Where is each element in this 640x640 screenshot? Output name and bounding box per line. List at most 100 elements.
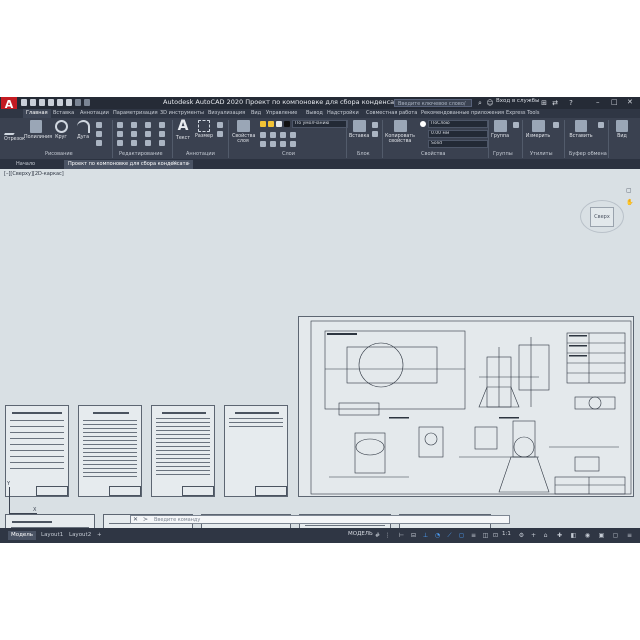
units-icon[interactable]: ◧ xyxy=(570,532,577,539)
cart-icon[interactable]: ⊞ xyxy=(540,99,548,107)
trim-icon[interactable] xyxy=(145,122,151,128)
model-space-toggle[interactable]: МОДЕЛЬ xyxy=(348,531,373,537)
lock-icon[interactable] xyxy=(276,121,282,127)
layer-tool-icon[interactable] xyxy=(280,141,286,147)
match-properties-button[interactable]: Копировать свойства xyxy=(385,120,415,144)
viewcube[interactable]: Сверх xyxy=(590,207,614,227)
lineweight-icon[interactable]: ≡ xyxy=(470,532,477,539)
new-tab-button[interactable]: + xyxy=(182,160,194,169)
layer-tool-icon[interactable] xyxy=(270,132,276,138)
annotation-scale[interactable]: 1:1 xyxy=(502,531,511,537)
current-layer-dropdown[interactable]: По умолчанию xyxy=(292,120,348,128)
circle-button[interactable]: Круг xyxy=(52,120,70,140)
fillet-icon[interactable] xyxy=(145,131,151,137)
isolate-objects-icon[interactable]: ◉ xyxy=(584,532,591,539)
tab-3d-tools[interactable]: 3D инструменты xyxy=(160,110,204,116)
move-icon[interactable] xyxy=(117,122,123,128)
start-tab[interactable]: Начало xyxy=(12,160,39,169)
layer-tool-icon[interactable] xyxy=(260,141,266,147)
close-tab-icon[interactable]: ✕ xyxy=(172,160,177,167)
layer-properties-button[interactable]: Свойства слоя xyxy=(232,120,255,144)
tab-annotate[interactable]: Аннотации xyxy=(80,110,109,116)
line-button[interactable]: Отрезок xyxy=(3,120,25,142)
pan-icon[interactable]: ✋ xyxy=(626,199,633,206)
signin-button[interactable]: Вход в службы xyxy=(496,98,539,104)
new-layout-button[interactable]: + xyxy=(94,531,105,540)
table-icon[interactable] xyxy=(217,131,223,137)
tab-home[interactable]: Главная xyxy=(23,109,51,118)
snap-icon[interactable]: ⋮ xyxy=(384,532,391,539)
tab-featured-apps[interactable]: Рекомендованные приложения xyxy=(421,110,504,116)
tab-view[interactable]: Вид xyxy=(251,110,261,116)
dimension-button[interactable]: Размер xyxy=(194,120,214,139)
copy-clip-icon[interactable] xyxy=(598,122,604,128)
exchange-icon[interactable]: ⇄ xyxy=(551,99,559,107)
transparency-icon[interactable]: ◫ xyxy=(482,532,489,539)
array-icon[interactable] xyxy=(145,140,151,146)
layer-tool-icon[interactable] xyxy=(260,132,266,138)
layout2-tab[interactable]: Layout2 xyxy=(66,531,94,540)
create-block-icon[interactable] xyxy=(372,122,378,128)
annotation-panel-title[interactable]: Аннотации xyxy=(186,151,215,159)
leader-icon[interactable] xyxy=(217,122,223,128)
isometric-icon[interactable]: ⟋ xyxy=(446,532,453,539)
tab-collaborate[interactable]: Совместная работа xyxy=(366,110,417,116)
edit-block-icon[interactable] xyxy=(372,131,378,137)
layout1-tab[interactable]: Layout1 xyxy=(38,531,66,540)
tab-manage[interactable]: Управление xyxy=(266,110,297,116)
dynamic-input-icon[interactable]: ⊟ xyxy=(410,532,417,539)
hatch-icon[interactable] xyxy=(96,131,102,137)
search-input[interactable]: Введите ключевое слово/фразу xyxy=(394,99,472,115)
lightbulb-icon[interactable] xyxy=(260,121,266,127)
tab-output[interactable]: Вывод xyxy=(306,110,323,116)
hardware-acceleration-icon[interactable]: ▣ xyxy=(598,532,605,539)
lineweight-dropdown[interactable]: 0.00 мм xyxy=(428,130,488,138)
group-button[interactable]: Группа xyxy=(490,120,510,139)
customization-icon[interactable]: ≡ xyxy=(626,532,633,539)
navbar-icon[interactable]: ▢ xyxy=(626,187,632,194)
save-as-icon[interactable] xyxy=(48,99,54,106)
ortho-icon[interactable]: ⊥ xyxy=(422,532,429,539)
paste-button[interactable]: Вставить xyxy=(568,120,594,139)
polyline-button[interactable]: Полилиния xyxy=(24,120,52,140)
measure-button[interactable]: Измерить xyxy=(525,120,551,139)
new-icon[interactable] xyxy=(21,99,27,106)
drawing-canvas[interactable]: [–][Сверху][2D-каркас] Сверх ▢ ✋ xyxy=(0,169,640,528)
linetype-dropdown[interactable]: Solid xyxy=(428,140,488,148)
tab-express-tools[interactable]: Express Tools xyxy=(506,110,539,116)
calculator-icon[interactable] xyxy=(553,122,559,128)
tab-insert[interactable]: Вставка xyxy=(53,110,74,116)
utilities-panel-title[interactable]: Утилиты xyxy=(530,151,553,159)
save-icon[interactable] xyxy=(39,99,45,106)
ungroup-icon[interactable] xyxy=(513,122,519,128)
model-tab[interactable]: Модель xyxy=(8,531,37,540)
mirror-icon[interactable] xyxy=(131,131,137,137)
plot-icon[interactable] xyxy=(66,99,72,106)
help-icon[interactable]: ? xyxy=(567,99,575,107)
viewport-controls[interactable]: [–][Сверху][2D-каркас] xyxy=(4,171,64,177)
infer-icon[interactable]: ⊢ xyxy=(398,532,405,539)
close-button[interactable]: ✕ xyxy=(627,98,633,106)
open-icon[interactable] xyxy=(30,99,36,106)
rectangle-icon[interactable] xyxy=(96,122,102,128)
user-icon[interactable]: ☺ xyxy=(486,99,494,107)
redo-icon[interactable] xyxy=(84,99,90,106)
command-prompt-icon[interactable]: ≻ xyxy=(143,516,148,524)
color-dropdown[interactable]: ПоСлою xyxy=(428,120,488,128)
workspace-icon[interactable]: ⌂ xyxy=(542,532,549,539)
selection-cycling-icon[interactable]: ⊡ xyxy=(492,532,499,539)
layer-tool-icon[interactable] xyxy=(290,132,296,138)
polar-icon[interactable]: ◔ xyxy=(434,532,441,539)
insert-block-button[interactable]: Вставка xyxy=(349,120,369,139)
copy-icon[interactable] xyxy=(117,131,123,137)
properties-panel-title[interactable]: Свойства xyxy=(421,151,445,159)
undo-icon[interactable] xyxy=(75,99,81,106)
text-button[interactable]: A Текст xyxy=(175,119,191,142)
close-icon[interactable]: ✕ xyxy=(133,516,138,524)
sun-icon[interactable] xyxy=(268,121,274,127)
arc-button[interactable]: Дуга xyxy=(74,120,92,140)
clipboard-panel-title[interactable]: Буфер обмена xyxy=(569,151,607,159)
modify-panel-title[interactable]: Редактирование xyxy=(119,151,163,159)
color-swatch-icon[interactable] xyxy=(284,121,290,127)
erase-icon[interactable] xyxy=(159,122,165,128)
